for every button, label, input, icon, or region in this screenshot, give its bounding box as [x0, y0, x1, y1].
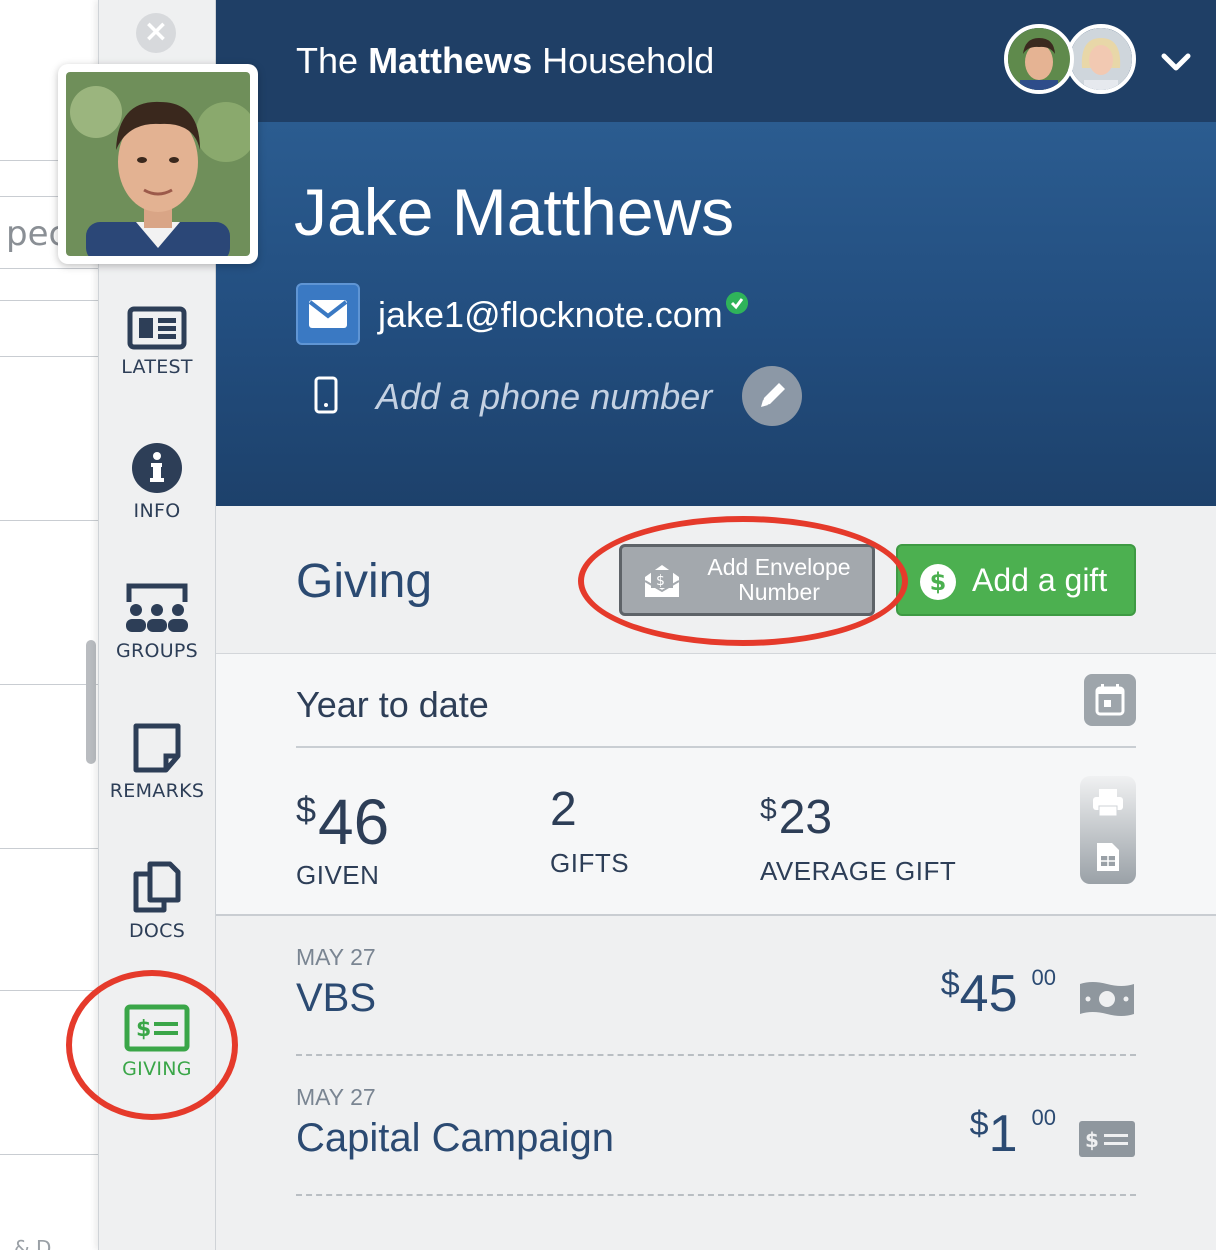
pencil-icon: [761, 383, 785, 407]
household-title[interactable]: The Matthews Household: [296, 40, 714, 82]
divider: [0, 1154, 100, 1155]
sidebar-item-label: REMARKS: [109, 780, 205, 802]
stat-given: $46 GIVEN: [296, 774, 389, 891]
profile-hero: Jake Matthews jake1@flocknote.com Add a …: [216, 122, 1216, 506]
list-item[interactable]: MAY 27 Capital Campaign $1 00 $: [296, 1056, 1136, 1196]
amount-cents: 00: [1031, 1105, 1056, 1130]
divider: [0, 300, 100, 301]
printer-icon[interactable]: [1092, 788, 1124, 818]
list-item[interactable]: MAY 27 VBS $45 00: [296, 916, 1136, 1056]
sidebar-item-label: DOCS: [128, 920, 186, 942]
date-range-button[interactable]: [1084, 674, 1136, 726]
stat-label: GIFTS: [550, 848, 630, 878]
svg-text:$: $: [1085, 1128, 1099, 1152]
phone-placeholder[interactable]: Add a phone number: [376, 376, 712, 418]
sidebar-item-info[interactable]: INFO: [99, 442, 215, 522]
highlight-ring: [66, 970, 238, 1120]
household-suffix: Household: [542, 40, 715, 81]
cash-icon: [1080, 982, 1134, 1016]
info-icon: [132, 443, 182, 493]
currency-symbol: $: [760, 793, 777, 826]
check-icon: $: [1079, 1121, 1135, 1157]
divider: [0, 268, 100, 269]
ytd-title: Year to date: [296, 684, 489, 725]
sidebar-item-docs[interactable]: DOCS: [99, 860, 215, 942]
avatar[interactable]: [1004, 24, 1074, 94]
dollar-coin-icon: $: [920, 564, 956, 600]
divider: [0, 684, 100, 685]
stat-label: GIVEN: [296, 860, 380, 890]
year-to-date-panel: Year to date $46 GIVEN 2 GIFTS $23 AVERA…: [216, 654, 1216, 916]
calendar-icon: [1095, 684, 1125, 716]
section-title: Giving: [296, 555, 433, 608]
scrollbar[interactable]: [86, 640, 96, 764]
email-button[interactable]: [296, 283, 360, 345]
gift-date: MAY 27: [296, 944, 376, 970]
avatar[interactable]: [1066, 24, 1136, 94]
stat-gifts: 2 GIFTS: [550, 774, 629, 879]
person-name: Jake Matthews: [294, 175, 735, 249]
background-bottom-text: & D: [14, 1236, 52, 1250]
divider: [0, 520, 100, 521]
gift-fund: VBS: [296, 976, 377, 1020]
divider: [0, 990, 100, 991]
currency-symbol: $: [940, 965, 960, 1003]
household-header: The Matthews Household: [216, 0, 1216, 122]
gift-date: MAY 27: [296, 1084, 376, 1110]
close-button[interactable]: ×: [136, 13, 176, 53]
chevron-down-icon[interactable]: [1156, 42, 1196, 82]
close-icon: ×: [143, 14, 169, 49]
mobile-phone-icon: [314, 376, 338, 414]
highlight-ring: [578, 516, 908, 646]
button-label: Add a gift: [972, 562, 1108, 598]
amount-dollars: 45: [959, 965, 1018, 1023]
groups-icon: [126, 583, 188, 632]
sidebar-item-remarks[interactable]: REMARKS: [99, 722, 215, 802]
note-icon: [133, 723, 181, 773]
gift-list: MAY 27 VBS $45 00 MAY 27 Capital Campaign…: [216, 916, 1216, 1250]
divider: [0, 356, 100, 357]
email-address[interactable]: jake1@flocknote.com: [378, 294, 723, 336]
envelope-icon: [308, 300, 348, 328]
household-name: Matthews: [368, 40, 533, 81]
newspaper-icon: [127, 306, 187, 350]
sidebar-item-label: LATEST: [121, 356, 193, 378]
sidebar-item-groups[interactable]: GROUPS: [99, 582, 215, 662]
divider: [296, 746, 1136, 748]
stat-average-gift: $23 AVERAGE GIFT: [760, 774, 956, 887]
profile-photo[interactable]: [58, 64, 258, 264]
divider: [0, 848, 100, 849]
gift-amount: $1 00: [970, 1104, 1056, 1164]
edit-phone-button[interactable]: [742, 366, 802, 426]
amount-dollars: 1: [988, 1105, 1018, 1163]
sidebar-item-label: GROUPS: [115, 640, 199, 662]
docs-icon: [133, 861, 181, 913]
household-prefix: The: [296, 40, 359, 81]
amount-cents: 00: [1031, 965, 1056, 990]
stat-value: 46: [318, 786, 390, 858]
sidebar-item-label: INFO: [133, 500, 181, 522]
sidebar-item-latest[interactable]: LATEST: [99, 306, 215, 378]
verified-check-icon: [726, 292, 748, 314]
stat-label: AVERAGE GIFT: [760, 856, 957, 886]
currency-symbol: $: [969, 1105, 989, 1143]
currency-symbol: $: [296, 789, 317, 830]
stat-value: 23: [778, 791, 833, 844]
gift-fund: Capital Campaign: [296, 1116, 614, 1160]
add-gift-button[interactable]: $ Add a gift: [896, 544, 1136, 616]
export-toolbar: [1080, 776, 1136, 884]
spreadsheet-icon[interactable]: [1096, 842, 1120, 872]
stat-value: 2: [550, 783, 577, 836]
gift-amount: $45 00: [941, 964, 1056, 1024]
